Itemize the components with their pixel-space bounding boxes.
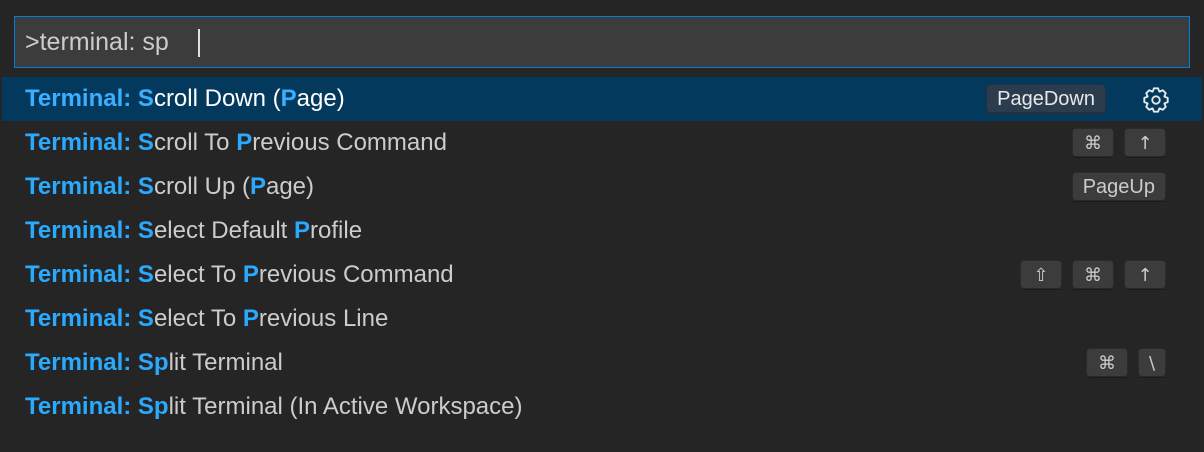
- keybinding: ⌘ \: [1086, 341, 1166, 385]
- keybinding-key: PageUp: [1071, 172, 1166, 202]
- label-match-highlight: P: [294, 217, 311, 244]
- command-item[interactable]: Terminal: Scroll Down (Page) PageDown: [2, 77, 1202, 121]
- command-results-list: Terminal: Scroll Down (Page) PageDown Term…: [2, 77, 1202, 429]
- command-label: Terminal: Split Terminal: [25, 349, 283, 377]
- label-text: lit Terminal (In Active Workspace): [168, 393, 523, 420]
- label-match-highlight: S: [137, 261, 154, 288]
- label-text: rofile: [310, 217, 363, 244]
- keybinding-key: PageDown: [986, 84, 1106, 114]
- keybinding-key: ⇧: [1020, 260, 1062, 290]
- command-item[interactable]: Terminal: Select To Previous Line: [2, 297, 1202, 341]
- label-match-highlight: S: [137, 305, 154, 332]
- label-text: elect Default: [153, 217, 295, 244]
- label-match-highlight: S: [137, 173, 154, 200]
- command-label: Terminal: Select Default Profile: [25, 217, 362, 245]
- command-item[interactable]: Terminal: Scroll To Previous Command ⌘ ↑: [2, 121, 1202, 165]
- command-label: Terminal: Scroll Down (Page): [25, 85, 345, 113]
- command-label: Terminal: Scroll Up (Page): [25, 173, 314, 201]
- command-category-match: Terminal:: [25, 85, 138, 112]
- command-item[interactable]: Terminal: Split Terminal (In Active Work…: [2, 385, 1202, 429]
- command-label: Terminal: Split Terminal (In Active Work…: [25, 393, 523, 421]
- command-category-match: Terminal:: [25, 305, 138, 332]
- keybinding-key: ↑: [1124, 128, 1166, 158]
- label-match-highlight: P: [242, 305, 259, 332]
- label-match-highlight: Sp: [137, 393, 169, 420]
- label-match-highlight: P: [280, 85, 297, 112]
- keybinding: PageUp: [1071, 165, 1166, 209]
- command-palette: Terminal: Scroll Down (Page)PageDownTerm…: [0, 0, 1204, 452]
- keybinding-key: ⌘: [1086, 348, 1128, 378]
- keybinding: ⇧ ⌘ ↑: [1020, 253, 1166, 297]
- label-match-highlight: S: [137, 85, 154, 112]
- keybinding-key: ⌘: [1072, 260, 1114, 290]
- text-caret: [198, 29, 200, 57]
- label-text: lit Terminal: [168, 349, 283, 376]
- command-input-box[interactable]: [14, 16, 1190, 68]
- label-text: elect To: [153, 305, 243, 332]
- label-text: elect To: [153, 261, 243, 288]
- command-category-match: Terminal:: [25, 261, 138, 288]
- label-text: croll Down (: [153, 85, 281, 112]
- label-text: revious Command: [252, 129, 447, 156]
- label-text: revious Line: [258, 305, 389, 332]
- command-item[interactable]: Terminal: Split Terminal ⌘ \: [2, 341, 1202, 385]
- label-match-highlight: S: [137, 129, 154, 156]
- label-text: age): [296, 85, 345, 112]
- command-item[interactable]: Terminal: Select To Previous Command ⇧ ⌘ ↑: [2, 253, 1202, 297]
- command-category-match: Terminal:: [25, 393, 138, 420]
- label-text: revious Command: [258, 261, 454, 288]
- command-label: Terminal: Select To Previous Line: [25, 305, 388, 333]
- label-text: croll Up (: [153, 173, 250, 200]
- label-text: croll To: [153, 129, 237, 156]
- label-text: age): [265, 173, 315, 200]
- command-input[interactable]: [15, 17, 1189, 67]
- command-item[interactable]: Terminal: Scroll Up (Page) PageUp: [2, 165, 1202, 209]
- command-category-match: Terminal:: [25, 173, 138, 200]
- keybinding-key: ⌘: [1072, 128, 1114, 158]
- command-category-match: Terminal:: [25, 349, 138, 376]
- keybinding-key: ↑: [1124, 260, 1166, 290]
- label-match-highlight: P: [236, 129, 253, 156]
- label-match-highlight: S: [137, 217, 154, 244]
- command-item[interactable]: Terminal: Select Default Profile: [2, 209, 1202, 253]
- command-label: Terminal: Scroll To Previous Command: [25, 129, 447, 157]
- keybinding-key: \: [1138, 348, 1166, 378]
- label-match-highlight: P: [242, 261, 259, 288]
- command-category-match: Terminal:: [25, 217, 138, 244]
- label-match-highlight: P: [249, 173, 266, 200]
- command-label: Terminal: Select To Previous Command: [25, 261, 454, 289]
- keybinding: ⌘ ↑: [1072, 121, 1166, 165]
- keybinding: PageDown: [986, 77, 1106, 121]
- gear-icon[interactable]: [1142, 86, 1170, 114]
- command-category-match: Terminal:: [25, 129, 138, 156]
- label-match-highlight: Sp: [137, 349, 169, 376]
